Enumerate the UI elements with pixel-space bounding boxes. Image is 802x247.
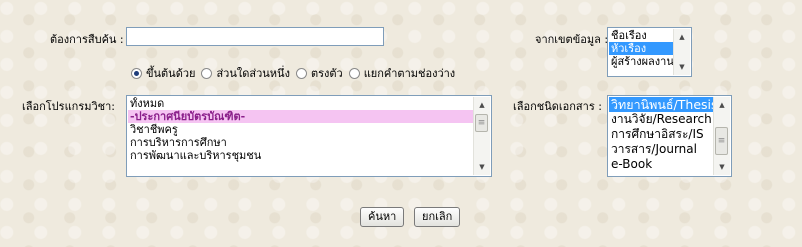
doctype-option-ebook[interactable]: e-Book [609,157,713,172]
search-label: ต้องการสืบค้น : [50,33,124,46]
doctype-option-is[interactable]: การศึกษาอิสระ/IS [609,127,713,142]
scroll-up-arrow-icon[interactable]: ▲ [714,97,730,113]
cancel-button[interactable]: ยกเลิก [414,207,461,227]
radio-button[interactable] [348,67,360,79]
search-input[interactable] [126,27,384,46]
scroll-down-arrow-icon[interactable]: ▼ [674,59,690,75]
program-select-listbox[interactable]: ทั้งหมด -ประกาศนียบัตรบัณฑิต- วิชาชีพครู… [126,95,492,177]
radio-button[interactable] [131,67,142,79]
field-option-author[interactable]: ผู้สร้างผลงาน [609,55,673,68]
program-option[interactable]: ทั้งหมด [128,97,473,110]
field-option-subject[interactable]: หัวเรื่อง [609,42,673,55]
doctype-option-research[interactable]: งานวิจัย/Research [609,112,713,127]
scroll-thumb[interactable] [715,127,728,155]
program-option[interactable]: การพัฒนาและบริหารชุมชน [128,149,473,162]
scroll-thumb[interactable] [475,114,488,132]
field-select-label: จากเขตข้อมูล : [535,33,609,46]
doctype-select-listbox[interactable]: วิทยานิพนธ์/Thesis งานวิจัย/Research การ… [607,95,732,177]
match-option-label: ส่วนใดส่วนหนึ่ง [216,67,290,80]
scroll-up-arrow-icon[interactable]: ▲ [474,97,490,113]
match-option-contains[interactable]: ส่วนใดส่วนหนึ่ง [201,64,290,82]
match-option-starts-with[interactable]: ขึ้นต้นด้วย [131,64,195,82]
field-option-title[interactable]: ชื่อเรื่อง [609,29,673,42]
match-option-label: ขึ้นต้นด้วย [146,67,196,80]
program-option[interactable]: วิชาชีพครู [128,123,473,136]
match-option-label: ตรงตัว [310,67,343,80]
match-option-split-words[interactable]: แยกคำตามช่องว่าง [348,64,456,82]
program-select-scrollbar[interactable]: ▲ ▼ [473,97,490,175]
radio-button[interactable] [201,67,213,79]
program-select-label: เลือกโปรแกรมวิชา: [22,100,116,113]
scroll-up-arrow-icon[interactable]: ▲ [674,29,690,45]
field-select-listbox[interactable]: ชื่อเรื่อง หัวเรื่อง ผู้สร้างผลงาน ▲ ▼ [607,27,692,77]
match-option-label: แยกคำตามช่องว่าง [363,67,456,80]
doctype-select-label: เลือกชนิดเอกสาร : [513,100,602,113]
doctype-select-scrollbar[interactable]: ▲ ▼ [713,97,730,175]
doctype-option-thesis[interactable]: วิทยานิพนธ์/Thesis [609,97,713,112]
match-option-exact[interactable]: ตรงตัว [295,64,343,82]
match-options-group: ขึ้นต้นด้วย ส่วนใดส่วนหนึ่ง ตรงตัว แยกคำ… [131,64,461,82]
program-option[interactable]: การบริหารการศึกษา [128,136,473,149]
scroll-down-arrow-icon[interactable]: ▼ [474,159,490,175]
doctype-option-journal[interactable]: วารสาร/Journal [609,142,713,157]
program-option-group[interactable]: -ประกาศนียบัตรบัณฑิต- [128,110,473,123]
radio-button[interactable] [295,67,307,79]
field-select-scrollbar[interactable]: ▲ ▼ [673,29,690,75]
scroll-down-arrow-icon[interactable]: ▼ [714,159,730,175]
search-button[interactable]: ค้นหา [360,207,405,227]
